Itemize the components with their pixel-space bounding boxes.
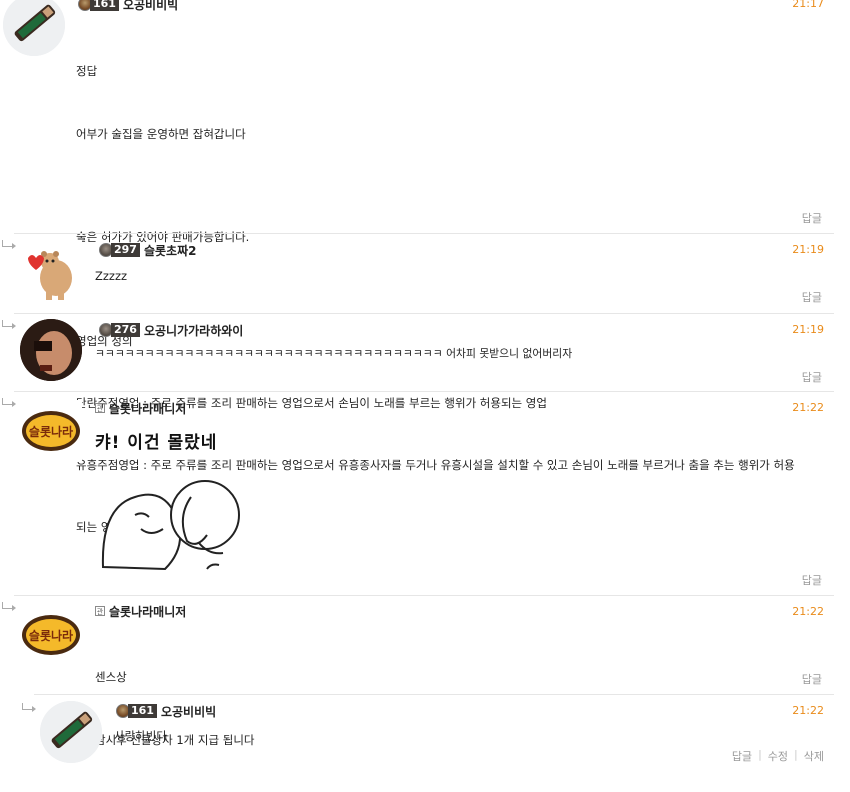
avatar-image (28, 251, 72, 300)
sticker-caption: 캬! 이건 몰랐네 (95, 433, 218, 453)
comment: 297 슬롯초짜2 21:19 Zzzzz 답글 (0, 234, 850, 314)
sticker: 캬! 이건 몰랐네 (95, 428, 245, 572)
comment-meta: 관 슬롯나라매니저 (95, 400, 186, 416)
level-badge: 276 (99, 323, 140, 337)
comment-text: Zzzzz (95, 269, 128, 283)
level-badge: 161 (78, 0, 119, 11)
comment: 161 오공비비빅 21:17 정답 어부가 술집을 운영하면 잡혀갑니다 술은… (0, 0, 850, 534)
comment-meta: 276 오공니가가라하와이 (99, 322, 243, 338)
reply-button[interactable]: 답글 (802, 289, 822, 305)
author-name[interactable]: 슬롯나라매니저 (109, 400, 186, 417)
sticker-image (101, 480, 240, 571)
avatar[interactable]: 슬롯나라 (20, 400, 82, 462)
avatar-image: 슬롯나라 (22, 411, 80, 451)
avatar-image (40, 701, 102, 763)
manager-badge-icon: 관 (95, 606, 105, 616)
comment-text: 사랑하빈다 (114, 729, 167, 743)
comment: 슬롯나라 관 슬롯나라매니저 21:22 센스상 잠시후 선물상자 1개 지급 … (0, 596, 850, 747)
author-name[interactable]: 오공비비빅 (123, 0, 178, 13)
author-name[interactable]: 슬롯나라매니저 (109, 603, 186, 620)
comment-time: 21:22 (792, 605, 824, 618)
avatar-image: 슬롯나라 (22, 615, 80, 655)
manager-badge-icon: 관 (95, 403, 105, 413)
reply-button[interactable]: 답글 (802, 369, 822, 385)
comment-time: 21:19 (792, 243, 824, 256)
author-name[interactable]: 오공니가가라하와이 (144, 322, 243, 339)
avatar-image (3, 0, 65, 56)
comment-meta: 161 오공비비빅 (78, 0, 178, 12)
avatar-text: 슬롯나라 (29, 424, 73, 439)
comment: 161 오공비비빅 21:22 사랑하빈다 답글 | 수정 | 삭제 (0, 695, 850, 763)
reply-button[interactable]: 답글 (802, 572, 822, 588)
avatar-text: 슬롯나라 (29, 628, 73, 643)
level-badge: 161 (116, 704, 157, 718)
reply-button[interactable]: 답글 (802, 210, 822, 226)
comment-time: 21:17 (792, 0, 824, 10)
author-name[interactable]: 슬롯초짜2 (144, 242, 197, 259)
avatar[interactable] (20, 240, 82, 302)
comment-time: 21:19 (792, 323, 824, 336)
comment-text: ㅋㅋㅋㅋㅋㅋㅋㅋㅋㅋㅋㅋㅋㅋㅋㅋㅋㅋㅋㅋㅋㅋㅋㅋㅋㅋㅋㅋㅋㅋㅋㅋㅋㅋㅋ 어차피 … (95, 347, 573, 360)
avatar[interactable] (40, 701, 102, 763)
avatar[interactable]: 슬롯나라 (20, 604, 82, 666)
comment-meta: 161 오공비비빅 (116, 703, 216, 719)
comment: 276 오공니가가라하와이 21:19 ㅋㅋㅋㅋㅋㅋㅋㅋㅋㅋㅋㅋㅋㅋㅋㅋㅋㅋㅋㅋ… (0, 314, 850, 392)
avatar-image (20, 319, 82, 381)
comment: 슬롯나라 관 슬롯나라매니저 21:22 캬! 이건 몰랐네 답글 (0, 392, 850, 595)
comment-meta: 관 슬롯나라매니저 (95, 603, 186, 619)
level-badge: 297 (99, 243, 140, 257)
comment-time: 21:22 (792, 704, 824, 717)
author-name[interactable]: 오공비비빅 (161, 703, 216, 720)
comment-time: 21:22 (792, 401, 824, 414)
comment-meta: 297 슬롯초짜2 (99, 242, 196, 258)
avatar[interactable] (20, 319, 82, 381)
avatar[interactable] (3, 0, 65, 56)
reply-button[interactable]: 답글 (802, 671, 822, 687)
